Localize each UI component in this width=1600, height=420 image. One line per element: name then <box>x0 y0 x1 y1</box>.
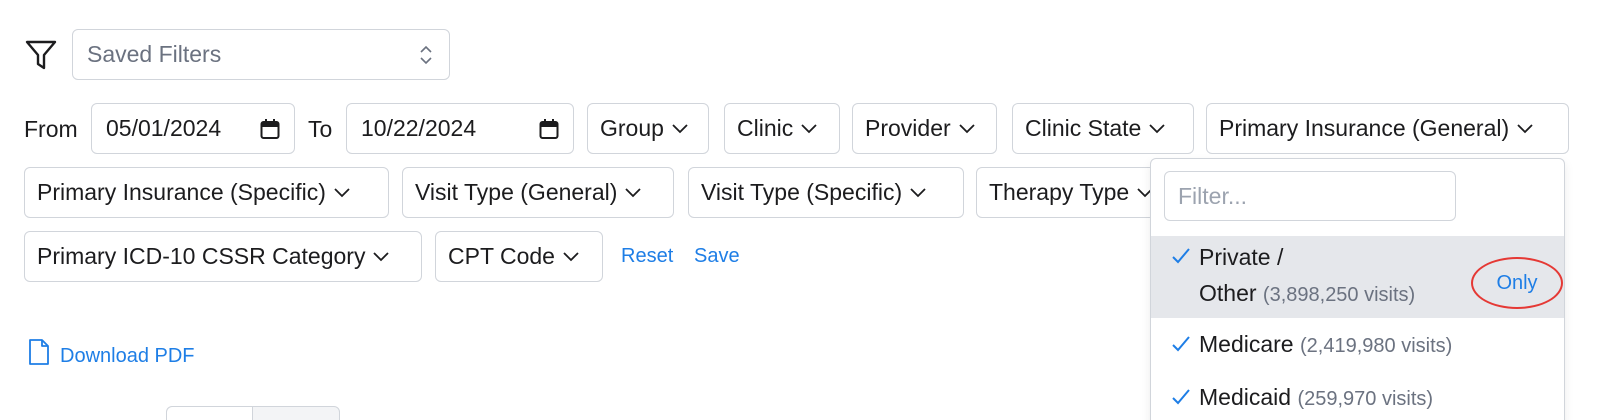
segmented-control-active[interactable] <box>167 407 253 420</box>
group-dropdown-label: Group <box>600 115 664 141</box>
checkmark-icon <box>1172 389 1190 405</box>
option-count: (3,898,250 visits) <box>1262 284 1416 306</box>
option-label: Medicaid <box>1199 384 1292 410</box>
option-medicaid[interactable]: Medicaid (259,970 visits) <box>1151 371 1564 420</box>
option-label: Medicare <box>1199 331 1294 357</box>
primary-insurance-specific-label: Primary Insurance (Specific) <box>37 179 326 205</box>
primary-icd10-cssr-category-dropdown[interactable]: Primary ICD-10 CSSR Category <box>24 231 422 282</box>
option-medicare[interactable]: Medicare (2,419,980 visits) <box>1151 318 1564 370</box>
provider-dropdown[interactable]: Provider <box>852 103 997 154</box>
from-date-input[interactable]: 05/01/2024 <box>91 103 295 154</box>
primary-icd10-cssr-category-label: Primary ICD-10 CSSR Category <box>37 243 366 269</box>
calendar-icon[interactable] <box>539 118 559 140</box>
primary-insurance-specific-dropdown[interactable]: Primary Insurance (Specific) <box>24 167 389 218</box>
chevron-down-icon <box>373 251 390 261</box>
segmented-control[interactable] <box>166 406 340 420</box>
cpt-code-dropdown[interactable]: CPT Code <box>435 231 603 282</box>
provider-dropdown-label: Provider <box>865 115 951 141</box>
option-count: (259,970 visits) <box>1297 388 1434 410</box>
clinic-state-dropdown[interactable]: Clinic State <box>1012 103 1194 154</box>
chevron-down-icon <box>563 251 579 261</box>
chevron-down-icon <box>801 123 817 133</box>
clinic-dropdown-label: Clinic <box>737 115 794 141</box>
primary-insurance-general-label: Primary Insurance (General) <box>1219 115 1510 141</box>
group-dropdown[interactable]: Group <box>587 103 709 154</box>
download-pdf-link[interactable]: Download PDF <box>60 345 195 368</box>
chevron-down-icon <box>672 123 688 133</box>
up-down-chevron-icon <box>420 45 432 65</box>
from-label: From <box>24 116 78 142</box>
saved-filters-placeholder: Saved Filters <box>87 41 222 67</box>
chevron-down-icon <box>1149 123 1165 133</box>
chevron-down-icon <box>959 123 975 133</box>
cpt-code-label: CPT Code <box>448 243 555 269</box>
save-link[interactable]: Save <box>694 245 740 268</box>
calendar-icon[interactable] <box>260 118 280 140</box>
to-date-value: 10/22/2024 <box>361 115 477 141</box>
chevron-down-icon <box>1517 123 1533 133</box>
funnel-icon[interactable] <box>24 38 58 72</box>
from-date-value: 05/01/2024 <box>106 115 222 141</box>
checkmark-icon <box>1172 248 1190 264</box>
option-label-line2: Other <box>1199 280 1257 306</box>
chevron-down-icon <box>334 187 350 197</box>
visit-type-general-dropdown[interactable]: Visit Type (General) <box>402 167 674 218</box>
option-private-other[interactable]: Private / Other (3,898,250 visits) Only <box>1151 236 1564 318</box>
only-button[interactable]: Only <box>1471 257 1563 309</box>
document-icon <box>29 339 49 365</box>
option-label-line1: Private / <box>1199 244 1284 270</box>
reset-link[interactable]: Reset <box>621 245 673 268</box>
clinic-state-dropdown-label: Clinic State <box>1025 115 1142 141</box>
therapy-type-label: Therapy Type <box>989 179 1130 205</box>
clinic-dropdown[interactable]: Clinic <box>724 103 840 154</box>
chevron-down-icon <box>625 187 642 197</box>
insurance-options-popup: Private / Other (3,898,250 visits) Only … <box>1150 158 1565 420</box>
visit-type-specific-dropdown[interactable]: Visit Type (Specific) <box>688 167 964 218</box>
checkmark-icon <box>1172 336 1190 352</box>
visit-type-specific-label: Visit Type (Specific) <box>701 179 903 205</box>
to-date-input[interactable]: 10/22/2024 <box>346 103 574 154</box>
chevron-down-icon <box>910 187 926 197</box>
to-label: To <box>308 116 333 142</box>
saved-filters-select[interactable]: Saved Filters <box>72 29 450 80</box>
therapy-type-dropdown[interactable]: Therapy Type <box>976 167 1176 218</box>
only-label: Only <box>1496 271 1538 294</box>
primary-insurance-general-dropdown[interactable]: Primary Insurance (General) <box>1206 103 1569 154</box>
options-filter-input[interactable] <box>1164 171 1456 221</box>
visit-type-general-label: Visit Type (General) <box>415 179 618 205</box>
option-count: (2,419,980 visits) <box>1300 335 1453 357</box>
